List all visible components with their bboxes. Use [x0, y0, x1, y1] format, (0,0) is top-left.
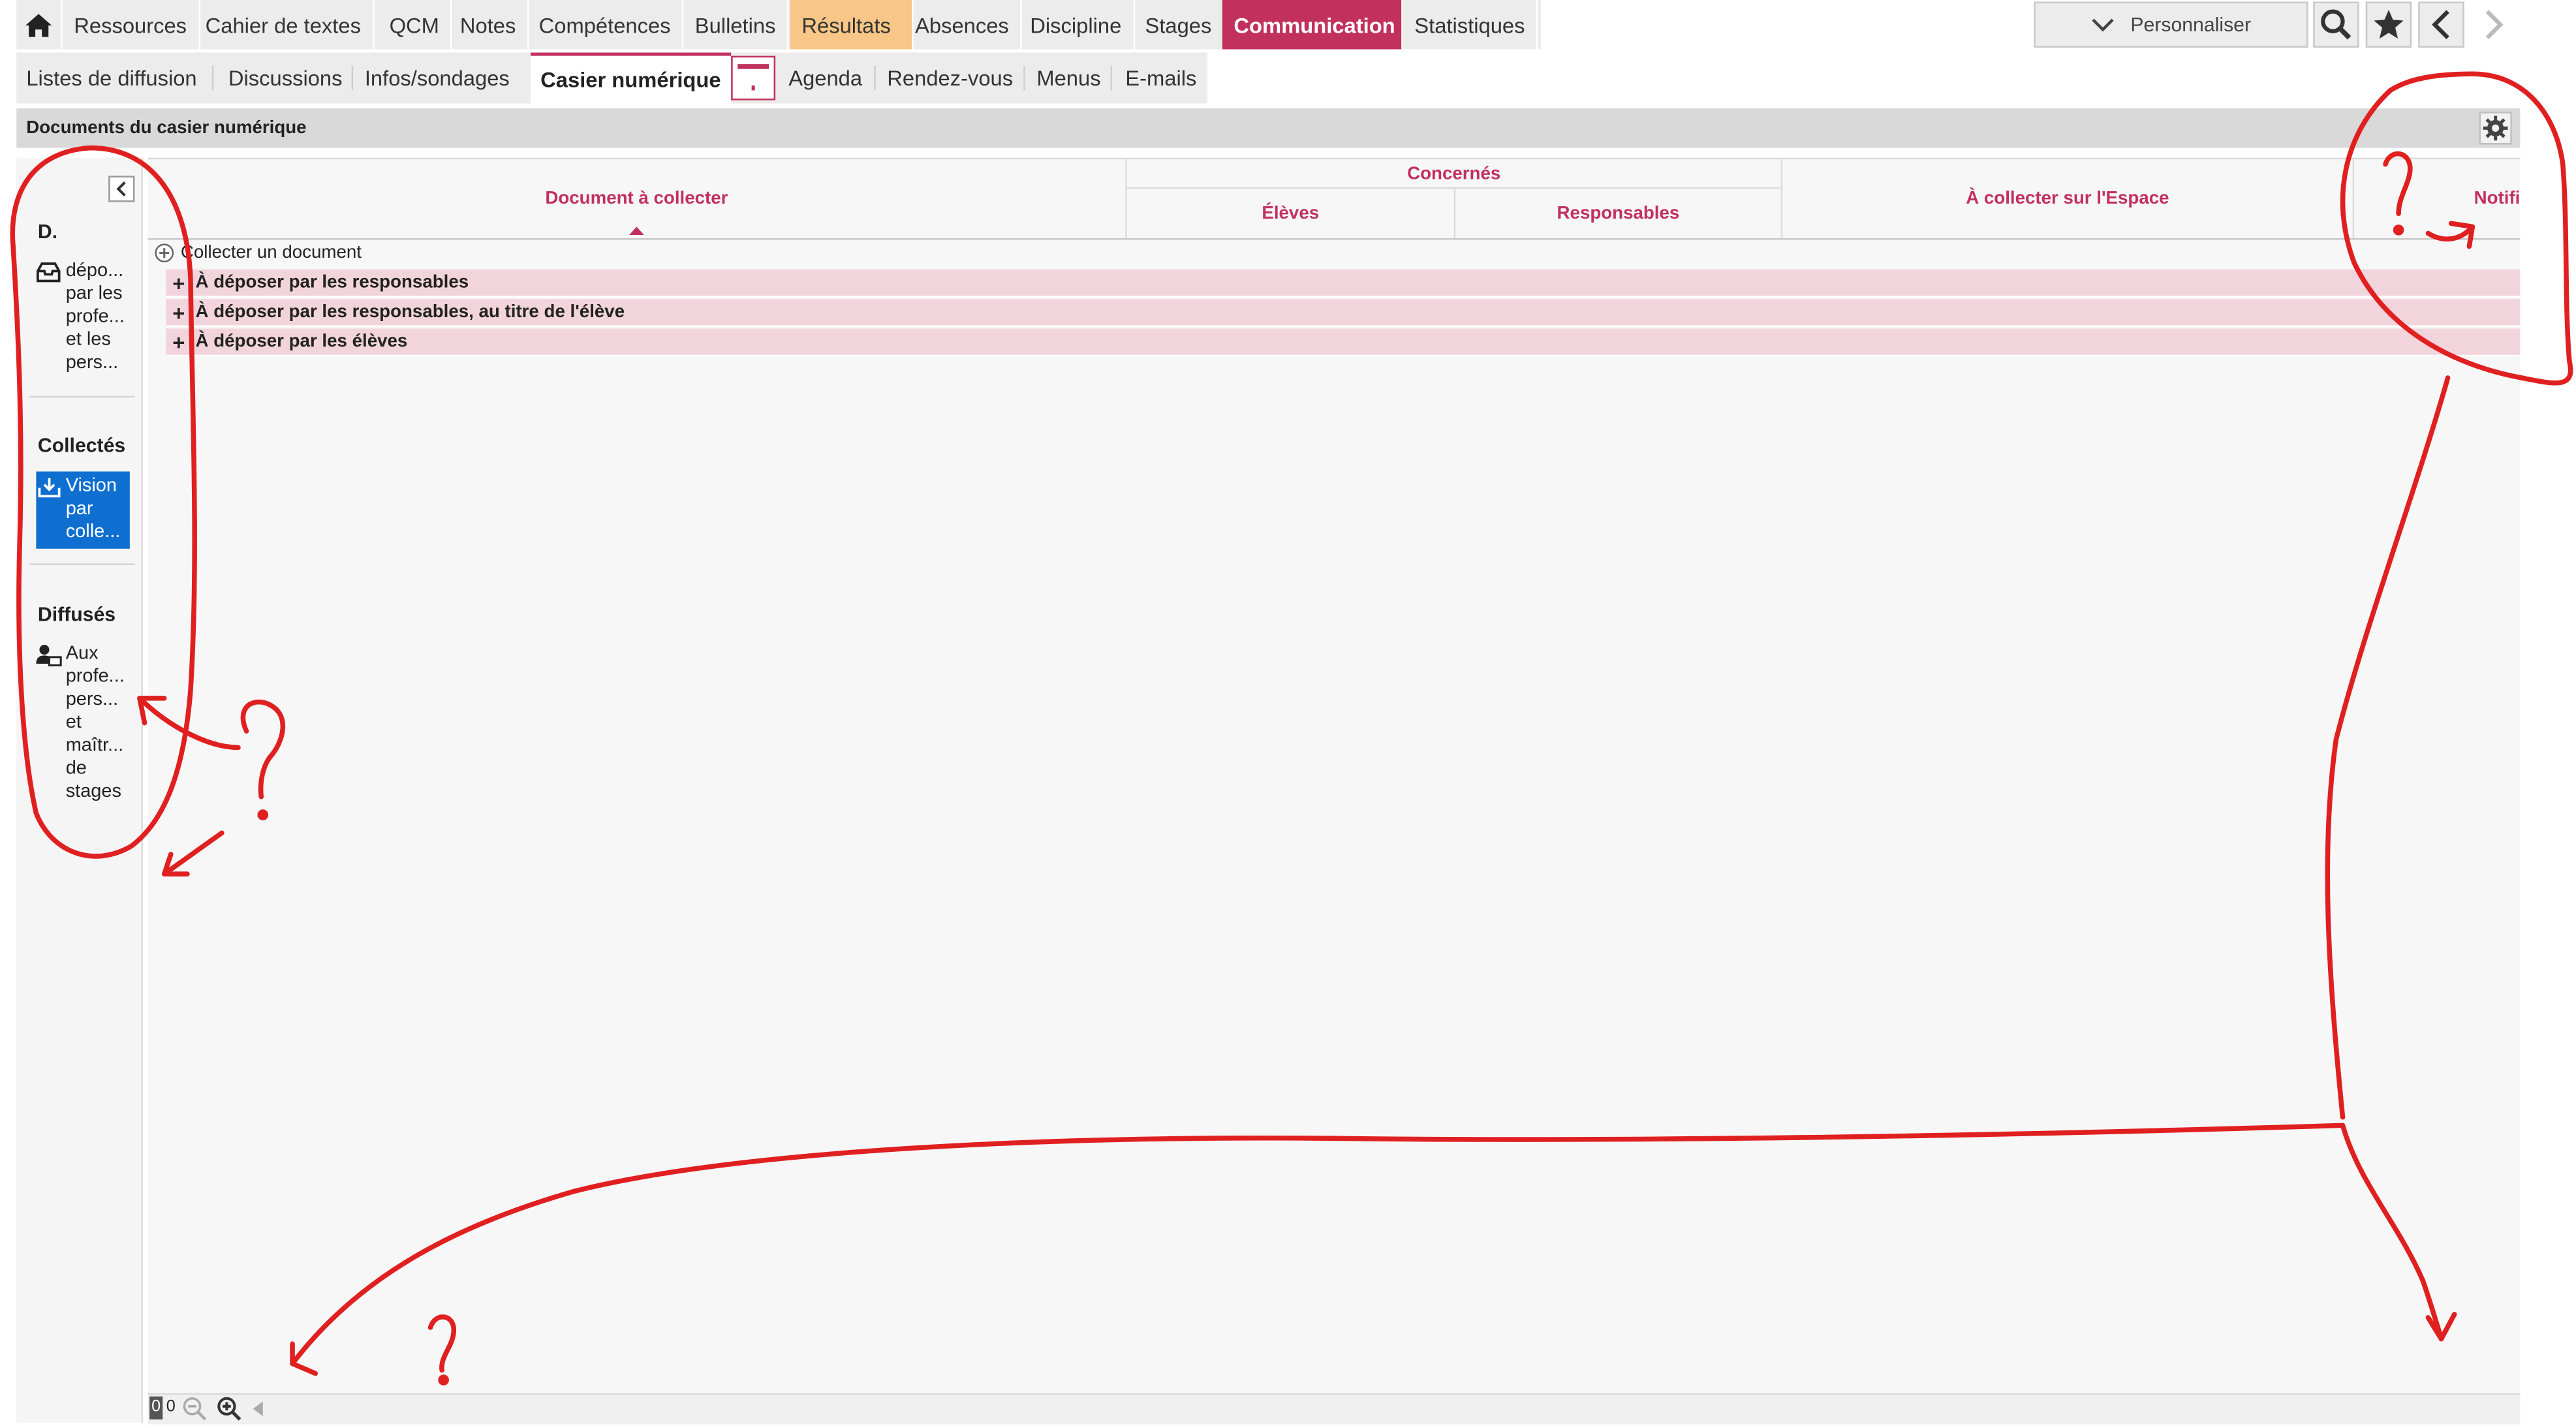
forward-button[interactable] — [2470, 1, 2517, 48]
sidebar-item-aux-professeurs[interactable]: Aux profe... pers... et maîtr... de stag… — [36, 642, 129, 803]
zoom-out-icon[interactable] — [182, 1397, 207, 1421]
group-label: À déposer par les élèves — [195, 332, 408, 352]
pin-icon — [737, 64, 769, 91]
section-diffuses-heading: Diffusés — [37, 602, 116, 627]
column-header-responsables[interactable]: Responsables — [1455, 204, 1780, 223]
separator — [874, 65, 876, 91]
sort-ascending-icon — [629, 226, 644, 235]
gear-icon — [2483, 116, 2508, 141]
star-icon — [2374, 10, 2404, 39]
menu-statistiques[interactable]: Statistiques — [1403, 0, 1538, 50]
pin-tab-button[interactable] — [731, 55, 776, 101]
menu-cahier-de-textes[interactable]: Cahier de textes — [194, 0, 375, 50]
chevron-down-icon — [2091, 18, 2114, 31]
menu-absences[interactable]: Absences — [903, 0, 1022, 50]
sidebar-item-depots[interactable]: dépo... par les profe... et les pers... — [36, 260, 129, 375]
sidebar-item-label: pers... — [65, 353, 119, 373]
sidebar-item-label: profe... — [65, 667, 125, 687]
menu-ressources[interactable]: Ressources — [63, 0, 200, 50]
top-menu-bar: Ressources Cahier de textes QCM Notes Co… — [16, 0, 1542, 50]
home-icon — [25, 13, 52, 37]
column-header-concernes: Concernés — [1407, 164, 1501, 184]
download-tray-icon — [38, 478, 61, 498]
menu-notes[interactable]: Notes — [448, 0, 529, 50]
settings-button[interactable] — [2479, 112, 2512, 145]
column-header-notifications[interactable]: Notifi — [2354, 189, 2521, 208]
separator — [211, 65, 214, 91]
tab-casier-numerique[interactable]: Casier numérique — [531, 52, 731, 104]
page-title: Documents du casier numérique — [26, 118, 307, 138]
collect-document-link[interactable]: Collecter un document — [155, 243, 362, 263]
menu-communication[interactable]: Communication — [1222, 0, 1403, 50]
home-button[interactable] — [16, 0, 63, 50]
users-icon — [36, 645, 62, 667]
menu-bulletins[interactable]: Bulletins — [683, 0, 789, 50]
counter-selected: 0 — [149, 1396, 163, 1419]
divider — [29, 395, 135, 398]
back-button[interactable] — [2418, 1, 2464, 48]
group-label: À déposer par les responsables — [195, 272, 469, 293]
grid-border — [147, 238, 2521, 240]
zoom-in-icon[interactable] — [217, 1397, 241, 1421]
tab-rendez-vous[interactable]: Rendez-vous — [887, 53, 1013, 104]
separator — [351, 65, 354, 91]
collapse-panel-button[interactable] — [108, 176, 135, 202]
sidebar-item-label: par — [65, 499, 93, 519]
sub-menu-bar: Listes de diffusion Discussions Infos/so… — [16, 52, 1208, 104]
search-button[interactable] — [2313, 1, 2359, 48]
sidebar-item-vision-par-collecte[interactable]: Vision par colle... — [36, 471, 130, 549]
sidebar-item-label: profe... — [65, 307, 125, 327]
section-title-bar: Documents du casier numérique — [16, 108, 2521, 148]
group-row-responsables-eleve[interactable]: + À déposer par les responsables, au tit… — [166, 299, 2521, 327]
chevron-right-icon — [2485, 10, 2504, 40]
sidebar-item-label: de — [65, 758, 87, 779]
menu-stages[interactable]: Stages — [1134, 0, 1225, 50]
group-label: À déposer par les responsables, au titre… — [195, 302, 625, 322]
favorites-button[interactable] — [2365, 1, 2412, 48]
column-header-eleves[interactable]: Élèves — [1127, 204, 1454, 223]
sidebar-item-label: colle... — [65, 522, 121, 542]
grid-footer-bar — [147, 1393, 2521, 1425]
column-header-espace[interactable]: À collecter sur l'Espace — [1782, 189, 2352, 208]
menu-competences[interactable]: Compétences — [527, 0, 684, 50]
personnaliser-label: Personnaliser — [2130, 13, 2252, 37]
sidebar-item-label: et les — [65, 330, 111, 350]
expand-icon[interactable]: + — [172, 299, 185, 327]
section-depots-heading: D. — [37, 220, 58, 243]
sidebar-item-label: par les — [65, 284, 123, 304]
chevron-left-icon — [116, 181, 126, 196]
tab-menus[interactable]: Menus — [1036, 53, 1100, 104]
scroll-left-icon[interactable] — [253, 1401, 265, 1416]
add-circle-icon — [155, 243, 174, 263]
menu-qcm[interactable]: QCM — [378, 0, 453, 50]
separator — [1023, 65, 1025, 91]
search-icon — [2321, 9, 2351, 40]
divider — [29, 563, 135, 565]
app-window: Ressources Cahier de textes QCM Notes Co… — [0, 0, 2576, 1426]
menu-discipline[interactable]: Discipline — [1019, 0, 1135, 50]
tab-infos-sondages[interactable]: Infos/sondages — [365, 53, 510, 104]
personnaliser-button[interactable]: Personnaliser — [2034, 1, 2308, 48]
chevron-left-icon — [2432, 10, 2449, 40]
grid-border — [147, 157, 2521, 160]
column-header-document[interactable]: Document à collecter — [148, 189, 1126, 208]
tab-listes-de-diffusion[interactable]: Listes de diffusion — [26, 53, 196, 104]
inbox-tray-icon — [37, 262, 61, 283]
expand-icon[interactable]: + — [172, 328, 185, 356]
expand-icon[interactable]: + — [172, 270, 185, 298]
tab-emails[interactable]: E-mails — [1125, 53, 1196, 104]
group-row-responsables[interactable]: + À déposer par les responsables — [166, 269, 2521, 298]
sidebar-item-label: maîtr... — [65, 736, 124, 756]
sidebar-item-label: et — [65, 713, 82, 733]
collect-document-label: Collecter un document — [180, 243, 362, 263]
sidebar-item-label: pers... — [65, 690, 119, 710]
section-collectes-heading: Collectés — [37, 433, 126, 457]
tab-discussions[interactable]: Discussions — [228, 53, 343, 104]
group-row-eleves[interactable]: + À déposer par les élèves — [166, 328, 2521, 357]
sidebar-item-label: stages — [65, 782, 121, 802]
menu-resultats[interactable]: Résultats — [790, 0, 914, 50]
tab-agenda[interactable]: Agenda — [788, 53, 862, 104]
separator — [1110, 65, 1113, 91]
counter-total: 0 — [166, 1398, 176, 1416]
